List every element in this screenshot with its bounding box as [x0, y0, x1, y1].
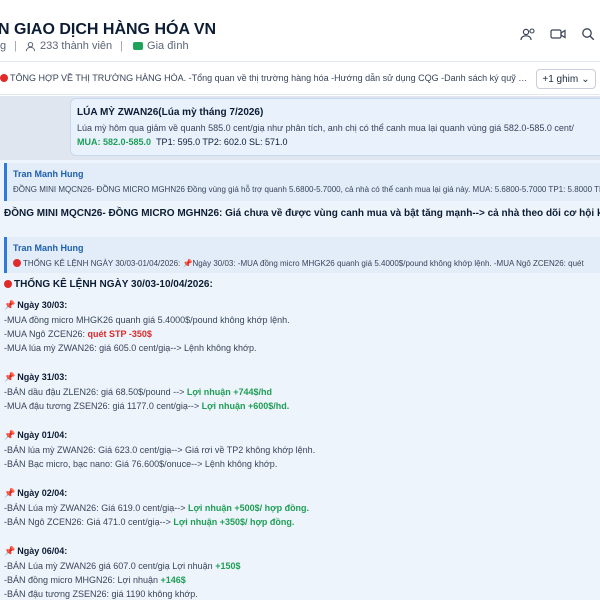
trade-result: Lợi nhuận +500$/ hợp đồng. [188, 503, 310, 513]
stats-title-text: THỐNG KÊ LỆNH NGÀY 30/03-10/04/2026: [14, 279, 213, 290]
trade-result: Lợi nhuận +600$/hd. [201, 401, 290, 411]
more-pins-button[interactable]: +1 ghim ⌄ [536, 69, 596, 89]
signal-label: MUA: 582.0-585.0 [77, 137, 152, 147]
stats-title: THỐNG KÊ LỆNH NGÀY 30/03-10/04/2026: [4, 279, 213, 290]
trade-text: -BÁN dầu đậu ZLEN26: giá 68.50$/pound --… [4, 387, 187, 397]
day-label: Ngày 02/04: [17, 488, 68, 498]
meta-separator: | [14, 40, 17, 52]
trade-line: -MUA Ngô ZCEN26: quét STP -350$ [4, 329, 152, 339]
day-heading: 📌 Ngày 02/04: [4, 488, 67, 499]
quote-text: THỐNG KÊ LỆNH NGÀY 30/03-01/04/2026: 📌Ng… [13, 259, 584, 268]
pushpin-icon: 📌 [4, 488, 16, 498]
day-heading: 📌 Ngày 06/04: [4, 546, 67, 557]
trade-text: -BÁN đậu tương ZSEN26: giá 1190 không kh… [4, 589, 198, 599]
search-icon[interactable] [580, 27, 596, 41]
pinned-text: TỔNG HỢP VỀ THỊ TRƯỜNG HÀNG HÓA. -Tổng q… [10, 73, 530, 83]
day-heading: 📌 Ngày 30/03: [4, 300, 67, 311]
members-icon[interactable] [25, 41, 36, 52]
pinned-message-bar[interactable]: TỔNG HỢP VỀ THỊ TRƯỜNG HÀNG HÓA. -Tổng q… [0, 63, 600, 95]
message-bubble[interactable]: LÚA MỲ ZWAN26(Lúa mỳ tháng 7/2026) Lúa m… [70, 98, 600, 156]
trade-text: -MUA đậu tương ZSEN26: giá 1177.0 cent/g… [4, 401, 202, 411]
quoted-message[interactable]: Tran Manh Hung ĐỒNG MINI MQCN26- ĐỒNG MI… [4, 163, 600, 201]
quoted-message[interactable]: Tran Manh Hung THỐNG KÊ LỆNH NGÀY 30/03-… [4, 237, 600, 273]
pushpin-icon: 📌 [4, 430, 16, 440]
day-label: Ngày 31/03: [17, 372, 68, 382]
message-list[interactable]: LÚA MỲ ZWAN26(Lúa mỳ tháng 7/2026) Lúa m… [0, 96, 600, 600]
day-label: Ngày 30/03: [17, 300, 68, 310]
trade-line: -BÁN đậu tương ZSEN26: giá 1190 không kh… [4, 589, 198, 599]
header-actions [520, 27, 596, 41]
trade-text: -MUA Ngô ZCEN26: [4, 329, 88, 339]
trade-text: -MUA lúa mỳ ZWAN26: giá 605.0 cent/giạ--… [4, 343, 257, 353]
pushpin-icon: 📌 [4, 546, 16, 556]
group-name[interactable]: N GIAO DỊCH HÀNG HÓA VN [0, 21, 216, 39]
meta-prefix: g [0, 40, 7, 52]
trade-result: Lợi nhuận +350$/ hợp đồng. [173, 517, 295, 527]
pushpin-icon: 📌 [4, 300, 16, 310]
quote-author: Tran Manh Hung [13, 243, 84, 253]
red-circle-icon [4, 280, 12, 288]
trade-line: -BÁN Bạc micro, bạc nano: Giá 76.600$/on… [4, 459, 277, 469]
trade-line: -BÁN Ngô ZCEN26: Giá 471.0 cent/giạ--> L… [4, 517, 294, 527]
quote-author: Tran Manh Hung [13, 169, 84, 179]
trade-line: -MUA lúa mỳ ZWAN26: giá 605.0 cent/giạ--… [4, 343, 256, 353]
trade-line: -MUA đồng micro MHGK26 quanh giá 5.4000$… [4, 315, 290, 325]
members-count[interactable]: 233 thành viên [40, 40, 112, 52]
trade-text: -BÁN Lúa mỳ ZWAN26 giá 607.0 cent/giạ Lợ… [4, 561, 216, 571]
trade-line: -BÁN lúa mỳ ZWAN26: Giá 623.0 cent/giạ--… [4, 445, 315, 455]
day-label: Ngày 01/04: [17, 430, 68, 440]
chevron-down-icon: ⌄ [581, 73, 590, 85]
day-heading: 📌 Ngày 31/03: [4, 372, 67, 383]
meta-separator: | [120, 40, 124, 52]
red-circle-icon [13, 259, 21, 267]
trade-result: quét STP -350$ [87, 329, 152, 339]
add-member-icon[interactable] [520, 27, 536, 41]
red-circle-icon [0, 74, 8, 82]
signal-targets: TP1: 595.0 TP2: 602.0 SL: 571.0 [156, 137, 288, 147]
pinned-message[interactable]: TỔNG HỢP VỀ THỊ TRƯỜNG HÀNG HÓA. -Tổng q… [0, 73, 530, 83]
quote-text-body: THỐNG KÊ LỆNH NGÀY 30/03-01/04/2026: 📌Ng… [23, 259, 584, 268]
trade-line: -BÁN Lúa mỳ ZWAN26: Giá 619.0 cent/giạ--… [4, 503, 309, 513]
trade-text: -BÁN đồng micro MHGN26: Lợi nhuận [4, 575, 161, 585]
chat-header: N GIAO DỊCH HÀNG HÓA VN g | 233 thành vi… [0, 0, 600, 62]
trade-result: +150$ [215, 561, 241, 571]
group-tag[interactable]: Gia đình [147, 40, 189, 52]
trade-line: -BÁN Lúa mỳ ZWAN26 giá 607.0 cent/giạ Lợ… [4, 561, 240, 571]
trade-line: -BÁN dầu đậu ZLEN26: giá 68.50$/pound --… [4, 387, 272, 397]
trade-text: -MUA đồng micro MHGK26 quanh giá 5.4000$… [4, 315, 290, 325]
message-body: Lúa mỳ hôm qua giảm về quanh 585.0 cent/… [77, 123, 574, 133]
trade-result: Lợi nhuận +744$/hd [186, 387, 273, 397]
trade-text: -BÁN Lúa mỳ ZWAN26: Giá 619.0 cent/giạ--… [4, 503, 188, 513]
message-title: LÚA MỲ ZWAN26(Lúa mỳ tháng 7/2026) [77, 107, 264, 118]
day-heading: 📌 Ngày 01/04: [4, 430, 67, 441]
trade-line: -MUA đậu tương ZSEN26: giá 1177.0 cent/g… [4, 401, 289, 411]
pushpin-icon: 📌 [4, 372, 16, 382]
quote-text: ĐỒNG MINI MQCN26- ĐỒNG MICRO MGHN26 Đồng… [13, 185, 600, 194]
video-call-icon[interactable] [550, 27, 566, 41]
tag-icon [133, 42, 144, 50]
trade-result: +146$ [160, 575, 186, 585]
group-meta: g | 233 thành viên | Gia đình [0, 40, 189, 52]
trade-text: -BÁN Ngô ZCEN26: Giá 471.0 cent/giạ--> [4, 517, 174, 527]
trade-line: -BÁN đồng micro MHGN26: Lợi nhuận +146$ [4, 575, 186, 585]
trade-signal: MUA: 582.0-585.0 TP1: 595.0 TP2: 602.0 S… [77, 137, 288, 147]
message-card[interactable]: Tran Manh Hung THỐNG KÊ LỆNH NGÀY 30/03-… [0, 234, 600, 600]
more-pins-label: +1 ghim [542, 73, 579, 85]
trade-text: -BÁN Bạc micro, bạc nano: Giá 76.600$/on… [4, 459, 278, 469]
day-label: Ngày 06/04: [17, 546, 68, 556]
trade-text: -BÁN lúa mỳ ZWAN26: Giá 623.0 cent/giạ--… [4, 445, 316, 455]
message-text: ĐỒNG MINI MQCN26- ĐỒNG MICRO MGHN26: Giá… [4, 208, 600, 219]
